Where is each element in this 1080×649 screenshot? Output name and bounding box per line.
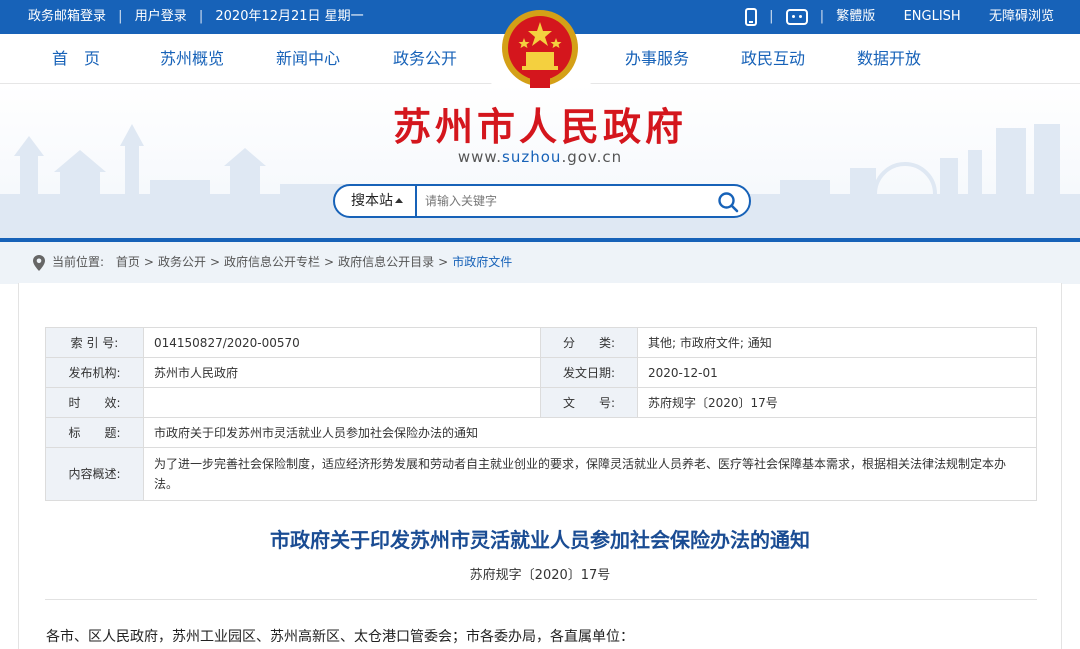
document-number: 苏府规字〔2020〕17号 — [469, 568, 611, 583]
category-label: 分 类: — [540, 327, 638, 358]
site-title: 苏州市人民政府 — [392, 104, 687, 149]
issue-date-label: 发文日期: — [540, 357, 638, 388]
publisher-label: 发布机构: — [45, 357, 144, 388]
english-link[interactable]: ENGLISH — [904, 0, 961, 34]
current-date: 2020年12月21日 星期一 — [215, 9, 364, 24]
document-metadata-table: 索 引 号: 014150827/2020-00570 分 类: 其他; 市政府… — [45, 327, 1037, 501]
validity-label: 时 效: — [45, 387, 144, 418]
location-pin-icon — [33, 255, 45, 271]
search-icon[interactable] — [717, 191, 739, 213]
site-search: 搜本站 — [333, 184, 751, 218]
validity-value — [143, 387, 541, 418]
doc-number-value: 苏府规字〔2020〕17号 — [637, 387, 1037, 418]
breadcrumb-item-gov-affairs[interactable]: 政务公开 — [158, 255, 206, 269]
nav-item-home[interactable]: 首 页 — [40, 34, 112, 84]
site-url: www.suzhou.gov.cn — [0, 148, 1080, 166]
url-highlight: suzhou — [502, 148, 562, 166]
top-bar-left: 政务邮箱登录 | 用户登录 | 2020年12月21日 星期一 — [28, 0, 364, 34]
category-value: 其他; 市政府文件; 通知 — [637, 327, 1037, 358]
title-label: 标 题: — [45, 417, 144, 448]
summary-value: 为了进一步完善社会保险制度，适应经济形势发展和劳动者自主就业创业的要求，保障灵活… — [143, 447, 1037, 501]
traditional-chinese-link[interactable]: 繁體版 — [836, 0, 875, 34]
national-emblem-logo — [502, 10, 578, 88]
doc-number-label: 文 号: — [540, 387, 638, 418]
publisher-value: 苏州市人民政府 — [143, 357, 541, 388]
breadcrumb-item-info-catalog[interactable]: 政府信息公开目录 — [338, 255, 434, 269]
document-title: 市政府关于印发苏州市灵活就业人员参加社会保险办法的通知 — [270, 528, 810, 552]
title-value: 市政府关于印发苏州市灵活就业人员参加社会保险办法的通知 — [143, 417, 1037, 448]
search-scope-dropdown[interactable]: 搜本站 — [335, 186, 417, 216]
nav-item-gov-affairs[interactable]: 政务公开 — [385, 34, 465, 84]
breadcrumb-item-current[interactable]: 市政府文件 — [452, 255, 512, 269]
separator: | — [118, 9, 123, 24]
accessibility-link[interactable]: 无障碍浏览 — [989, 0, 1054, 34]
breadcrumb-label: 当前位置: — [52, 255, 105, 269]
nav-item-overview[interactable]: 苏州概览 — [152, 34, 232, 84]
breadcrumb: 当前位置: 首页 > 政务公开 > 政府信息公开专栏 > 政府信息公开目录 > 市政府文件 — [0, 242, 1080, 284]
breadcrumb-item-home[interactable]: 首页 — [116, 255, 140, 269]
mobile-phone-icon[interactable] — [744, 8, 757, 26]
robot-assistant-icon[interactable] — [785, 9, 808, 25]
nav-item-interaction[interactable]: 政民互动 — [733, 34, 813, 84]
content-divider — [45, 599, 1037, 600]
url-prefix: www. — [457, 148, 503, 166]
summary-label: 内容概述: — [45, 447, 144, 501]
gov-mail-login-link[interactable]: 政务邮箱登录 — [28, 0, 106, 34]
search-scope-label: 搜本站 — [351, 193, 393, 209]
index-no-label: 索 引 号: — [45, 327, 144, 358]
user-login-link[interactable]: 用户登录 — [135, 0, 187, 34]
caret-up-icon — [395, 198, 403, 203]
breadcrumb-item-info-column[interactable]: 政府信息公开专栏 — [224, 255, 320, 269]
separator: | — [198, 9, 204, 24]
issue-date-value: 2020-12-01 — [637, 357, 1037, 388]
document-salutation: 各市、区人民政府，苏州工业园区、苏州高新区、太仓港口管委会；市各委办局，各直属单… — [46, 629, 634, 645]
index-no-value: 014150827/2020-00570 — [143, 327, 541, 358]
separator: | — [819, 9, 825, 24]
nav-item-open-data[interactable]: 数据开放 — [849, 34, 929, 84]
separator: | — [769, 9, 774, 24]
nav-item-services[interactable]: 办事服务 — [617, 34, 697, 84]
nav-item-news[interactable]: 新闻中心 — [268, 34, 348, 84]
top-bar-right: | | 繁體版 ENGLISH 无障碍浏览 — [744, 0, 1054, 34]
url-suffix: .gov.cn — [561, 148, 623, 166]
search-input[interactable] — [425, 190, 705, 212]
